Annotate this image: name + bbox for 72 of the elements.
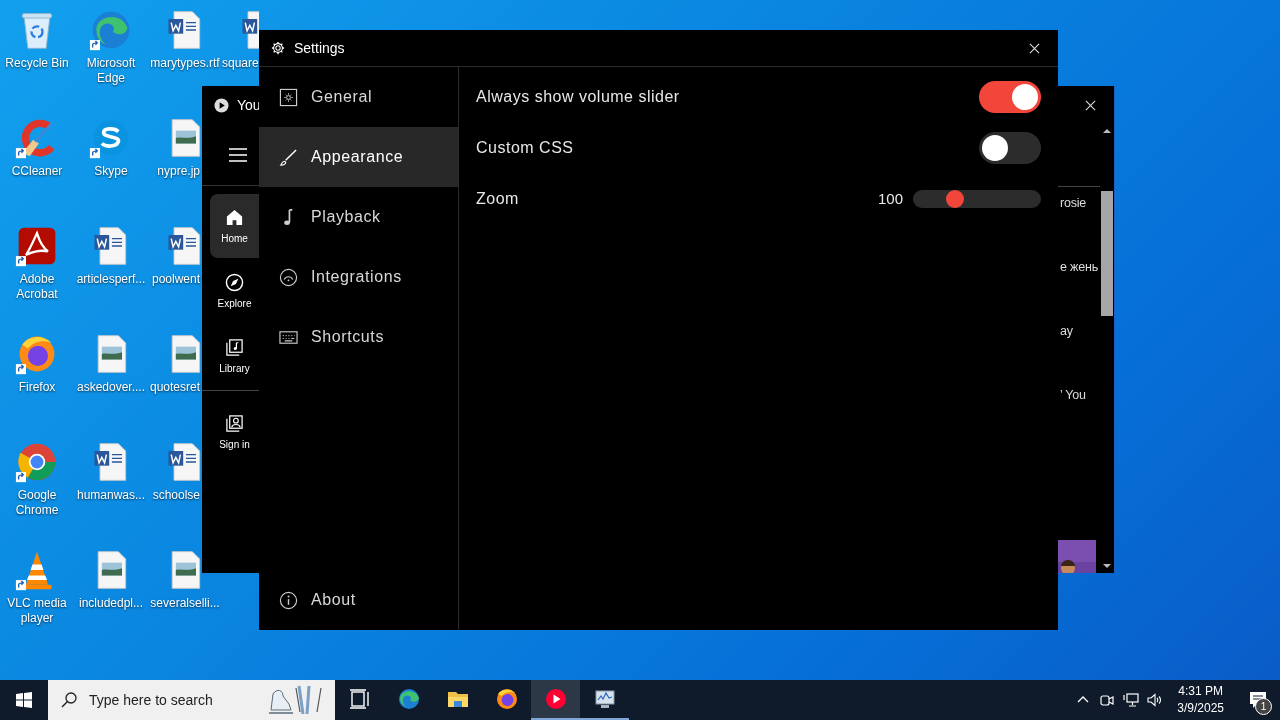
nav-item[interactable]: Sign in	[210, 400, 259, 464]
toggle-switch[interactable]	[979, 131, 1041, 164]
icon-label: Skype	[93, 164, 129, 179]
sidebar-item[interactable]: Shortcuts	[259, 307, 458, 367]
search-box[interactable]: Type here to search	[48, 680, 335, 720]
notifications-button[interactable]: 1	[1236, 680, 1280, 720]
zoom-value: 100	[877, 190, 903, 207]
icon-label: CCleaner	[10, 164, 64, 179]
icon-label: articlesperf...	[75, 272, 147, 287]
sidebar-item[interactable]: Playback	[259, 187, 458, 247]
search-icon	[61, 692, 77, 708]
nav-item[interactable]: Explore	[210, 259, 259, 323]
icon-label: poolwent	[150, 272, 201, 287]
slider-track[interactable]	[913, 189, 1041, 208]
scrollbar-thumb[interactable]	[1101, 191, 1113, 316]
icon-label: VLC media player	[6, 596, 68, 626]
nav-item[interactable]: Home	[210, 194, 259, 258]
volume-icon[interactable]	[1147, 692, 1164, 708]
settings-icon	[271, 41, 285, 55]
play-icon	[214, 97, 229, 113]
home-icon	[225, 208, 244, 227]
icon-label: schoolse	[151, 488, 201, 503]
setting-label: Custom CSS	[476, 138, 575, 157]
clock[interactable]: 4:31 PM 3/9/2025	[1177, 683, 1224, 717]
toggle-switch[interactable]	[979, 80, 1041, 113]
icon-label: Firefox	[17, 380, 57, 395]
sign-in-icon	[225, 414, 244, 433]
setting-label: Always show volume slider	[476, 87, 681, 106]
icon-label: includedpl...	[77, 596, 144, 611]
close-icon[interactable]	[1029, 42, 1040, 54]
icon-label: nypre.jp	[156, 164, 201, 179]
scroll-down-icon[interactable]	[1103, 563, 1111, 569]
monitor-icon	[592, 687, 617, 711]
appearance-icon	[279, 147, 298, 167]
sidebar-item[interactable]: Appearance	[259, 127, 458, 187]
library-icon	[225, 338, 244, 357]
setting-label: Zoom	[476, 189, 520, 208]
sidebar-item[interactable]: Integrations	[259, 247, 458, 307]
song-title: ay	[1060, 324, 1073, 338]
icon-label: Recycle Bin	[4, 56, 70, 71]
icon-label: humanwas...	[75, 488, 146, 503]
firefox-icon	[494, 687, 519, 711]
window-title: Settings	[294, 40, 345, 56]
integrations-icon	[279, 267, 298, 287]
slider-thumb[interactable]	[946, 189, 964, 208]
icon-label: askedover....	[75, 380, 146, 395]
network-icon[interactable]	[1123, 692, 1140, 708]
search-field[interactable]: Type here to search	[87, 691, 267, 709]
icon-label: Microsoft Edge	[85, 56, 137, 86]
task-view-icon	[347, 687, 372, 711]
nav-item[interactable]: Library	[210, 324, 259, 388]
sidebar-item[interactable]: General	[259, 67, 458, 127]
explore-icon	[225, 273, 244, 292]
camera-icon[interactable]	[1099, 692, 1116, 708]
about-button[interactable]: About	[259, 570, 458, 630]
song-title: rosie	[1060, 196, 1087, 210]
music-icon	[543, 687, 568, 711]
close-icon[interactable]	[1085, 99, 1096, 111]
icon-label: marytypes.rtf	[149, 56, 221, 71]
icon-label: Google Chrome	[14, 488, 60, 518]
icon-label: Adobe Acrobat	[15, 272, 59, 302]
icon-label: severalselli...	[149, 596, 221, 611]
info-icon	[279, 590, 298, 610]
general-icon	[279, 87, 298, 107]
icon-label: quotesret	[148, 380, 201, 395]
song-title: е жень	[1060, 260, 1098, 274]
windows-icon	[16, 692, 32, 708]
menu-icon[interactable]	[229, 147, 247, 162]
scroll-up-icon[interactable]	[1103, 128, 1111, 134]
icon-label: square	[222, 56, 260, 71]
song-title: ’ You	[1060, 388, 1086, 402]
edge-icon	[396, 687, 421, 711]
